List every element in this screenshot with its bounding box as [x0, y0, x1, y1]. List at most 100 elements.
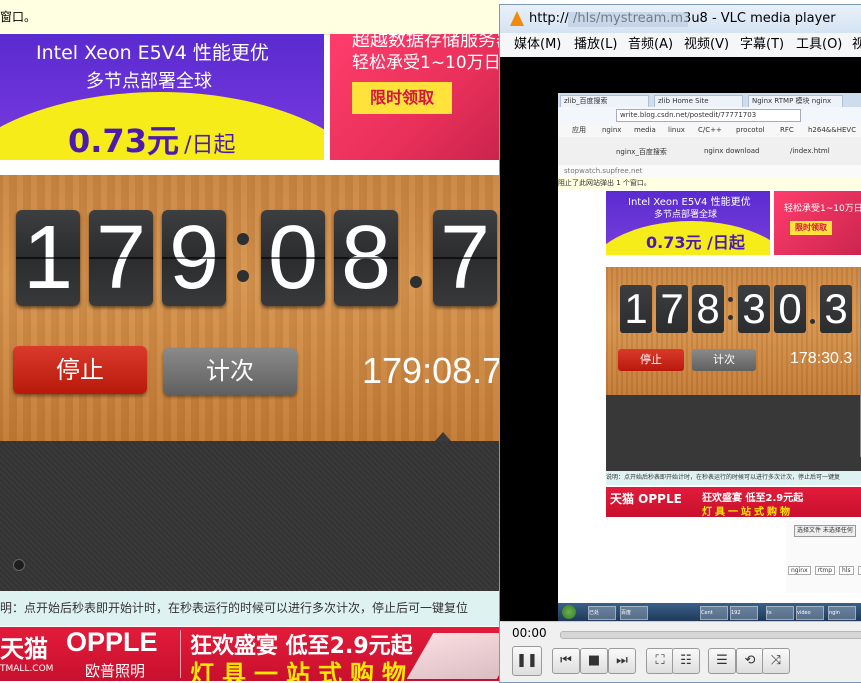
- capture-ad2-line1: 轻松承受1~10万日访: [784, 201, 861, 214]
- ad2-claim-button[interactable]: 限时领取: [352, 82, 452, 114]
- prev-icon: ⏮: [560, 653, 572, 668]
- capture-left-gutter: [558, 191, 606, 603]
- menu-audio[interactable]: 音频(A): [628, 33, 673, 57]
- next-icon: ⏭: [616, 653, 628, 668]
- lap-button[interactable]: 计次: [163, 348, 297, 395]
- capture-addressbar: write.blog.csdn.net/postedit/77771703: [558, 107, 861, 124]
- capture-ad3: 天猫 OPPLE 狂欢盛宴 低至2.9元起 灯具一站式购物: [606, 487, 861, 517]
- next-button[interactable]: ⏭: [608, 648, 636, 674]
- capture-infobar: 阻止了此网站弹出 1 个窗口。: [558, 177, 861, 189]
- capture-ad2: 轻松承受1~10万日访 限时领取: [774, 191, 861, 255]
- redacted-host: [568, 12, 688, 27]
- capture-digit: 8: [692, 285, 724, 333]
- stopwatch-digit: 9: [162, 210, 226, 306]
- ad2-line1: 轻松承受1~10万日访: [352, 48, 500, 73]
- capture-ad1-price: 0.73元 /日起: [646, 229, 745, 253]
- capture-lap-button: 计次: [692, 349, 756, 371]
- shuffle-icon: ⤨: [771, 653, 781, 668]
- menu-media[interactable]: 媒体(M): [514, 33, 561, 57]
- extended-settings-button[interactable]: ☷: [672, 648, 700, 674]
- capture-tag: hls: [839, 566, 854, 575]
- capture-tag: 流媒: [858, 566, 861, 575]
- ad-price-value: 0.73元: [68, 122, 179, 160]
- time-readout: 179:08.7: [362, 350, 500, 392]
- capture-tabstrip: zlib_百度搜索 zlib Home Site Nginx RTMP 模块 n…: [558, 93, 861, 107]
- capture-bookmarks: 应用 nginx media linux C/C++ procotol RFC …: [558, 123, 861, 138]
- loop-button[interactable]: ⟲: [736, 648, 764, 674]
- stopwatch-digit: 1: [16, 210, 80, 306]
- ad-divider: [180, 630, 181, 678]
- pause-button[interactable]: ❚❚: [512, 646, 542, 676]
- ad-line1: Intel Xeon E5V4 性能更优: [36, 38, 269, 65]
- capture-bookmark: h264&&HEVC: [808, 123, 856, 137]
- capture-ad3-promo1: 狂欢盛宴 低至2.9元起: [702, 489, 803, 504]
- menu-view[interactable]: 视: [852, 33, 861, 57]
- capture-taskbar: 已处 百度 Cent 192 ts video ngin: [558, 603, 861, 621]
- tmall-logo: 天猫: [0, 629, 48, 664]
- fullscreen-icon: ⛶: [655, 653, 664, 668]
- capture-file-button: 选择文件 未选择任何: [794, 525, 856, 537]
- tmall-url: TMALL.COM: [0, 664, 53, 674]
- infobar-text: 窗口。: [0, 10, 36, 24]
- playlist-button[interactable]: ☰: [708, 648, 736, 674]
- capture-tag: nginx: [788, 566, 811, 575]
- ad-banner-storage[interactable]: 超越数据存储服务器 轻松承受1~10万日访 限时领取: [330, 34, 500, 160]
- capture-bookmark: RFC: [780, 123, 794, 137]
- stop-icon: ■: [588, 653, 600, 668]
- resize-knob[interactable]: [13, 559, 25, 571]
- capture-bookmark: media: [634, 123, 656, 137]
- promo-line2: 灯具一站式购物: [190, 654, 414, 681]
- stopwatch-digit: 7: [433, 210, 497, 306]
- video-area[interactable]: zlib_百度搜索 zlib Home Site Nginx RTMP 模块 n…: [500, 57, 861, 621]
- capture-site-url: stopwatch.supfree.net: [558, 165, 861, 177]
- vlc-titlebar[interactable]: http:// /hls/mystream.m3u8 - VLC media p…: [500, 5, 861, 33]
- ad-banner-server[interactable]: Intel Xeon E5V4 性能更优 多节点部署全球 0.73元 /日起: [0, 34, 324, 160]
- menu-playback[interactable]: 播放(L): [574, 33, 617, 57]
- shuffle-button[interactable]: ⤨: [762, 648, 790, 674]
- capture-digit: 1: [620, 285, 652, 333]
- vlc-window: http:// /hls/mystream.m3u8 - VLC media p…: [499, 4, 861, 683]
- capture-task: ts: [766, 606, 794, 620]
- lap-list-pointer: [435, 432, 451, 441]
- capture-tags: nginx rtmp hls 流媒: [788, 565, 861, 575]
- capture-digit: 7: [656, 285, 688, 333]
- playlist-icon: ☰: [716, 653, 728, 668]
- capture-url: write.blog.csdn.net/postedit/77771703: [616, 109, 801, 122]
- ad-banner-opple[interactable]: 天猫 TMALL.COM OPPLE 欧普照明 狂欢盛宴 低至2.9元起 灯具一…: [0, 627, 500, 681]
- seek-bar[interactable]: [560, 631, 861, 639]
- capture-task: ngin: [828, 606, 856, 620]
- colon-dot: [237, 233, 249, 245]
- capture-ad3-promo2: 灯具一站式购物: [702, 503, 793, 517]
- vlc-cone-icon: [510, 11, 524, 26]
- equalizer-icon: ☷: [680, 653, 692, 668]
- capture-task: 百度: [620, 606, 648, 620]
- fullscreen-button[interactable]: ⛶: [646, 648, 674, 674]
- capture-digit: 3: [820, 285, 852, 333]
- capture-ad3-logo: 天猫 OPPLE: [610, 490, 682, 507]
- capture-note: 说明：点开始后秒表即开始计时，在秒表运行的时候可以进行多次计次，停止后可一键复: [606, 471, 861, 485]
- capture-bookmark: 应用: [572, 123, 586, 137]
- opple-logo: OPPLE: [66, 627, 158, 658]
- elapsed-time: 00:00: [512, 626, 547, 640]
- menu-video[interactable]: 视频(V): [684, 33, 729, 57]
- menu-tools[interactable]: 工具(O): [796, 33, 842, 57]
- capture-tag: rtmp: [815, 566, 835, 575]
- capture-readout: 178:30.3: [790, 350, 852, 368]
- menu-subtitle[interactable]: 字幕(T): [740, 33, 784, 57]
- start-orb-icon: [562, 605, 576, 619]
- capture-bookmark2: nginx_百度搜索: [616, 147, 667, 157]
- stop-button[interactable]: 停止: [13, 346, 147, 394]
- capture-decimal-dot: [810, 319, 815, 324]
- stop-media-button[interactable]: ■: [580, 648, 608, 674]
- capture-stop-button: 停止: [618, 349, 684, 371]
- capture-bookmark: nginx: [602, 123, 621, 137]
- capture-task: video: [796, 606, 824, 620]
- opple-subtitle: 欧普照明: [85, 660, 145, 681]
- capture-colon-dot: [728, 315, 733, 320]
- prev-button[interactable]: ⏮: [552, 648, 580, 674]
- capture-ad2-button: 限时领取: [790, 221, 832, 235]
- capture-task: 已处: [588, 606, 616, 620]
- stopwatch-digit: 0: [261, 210, 325, 306]
- capture-digit: 0: [774, 285, 806, 333]
- popup-blocked-infobar[interactable]: 窗口。: [0, 0, 500, 35]
